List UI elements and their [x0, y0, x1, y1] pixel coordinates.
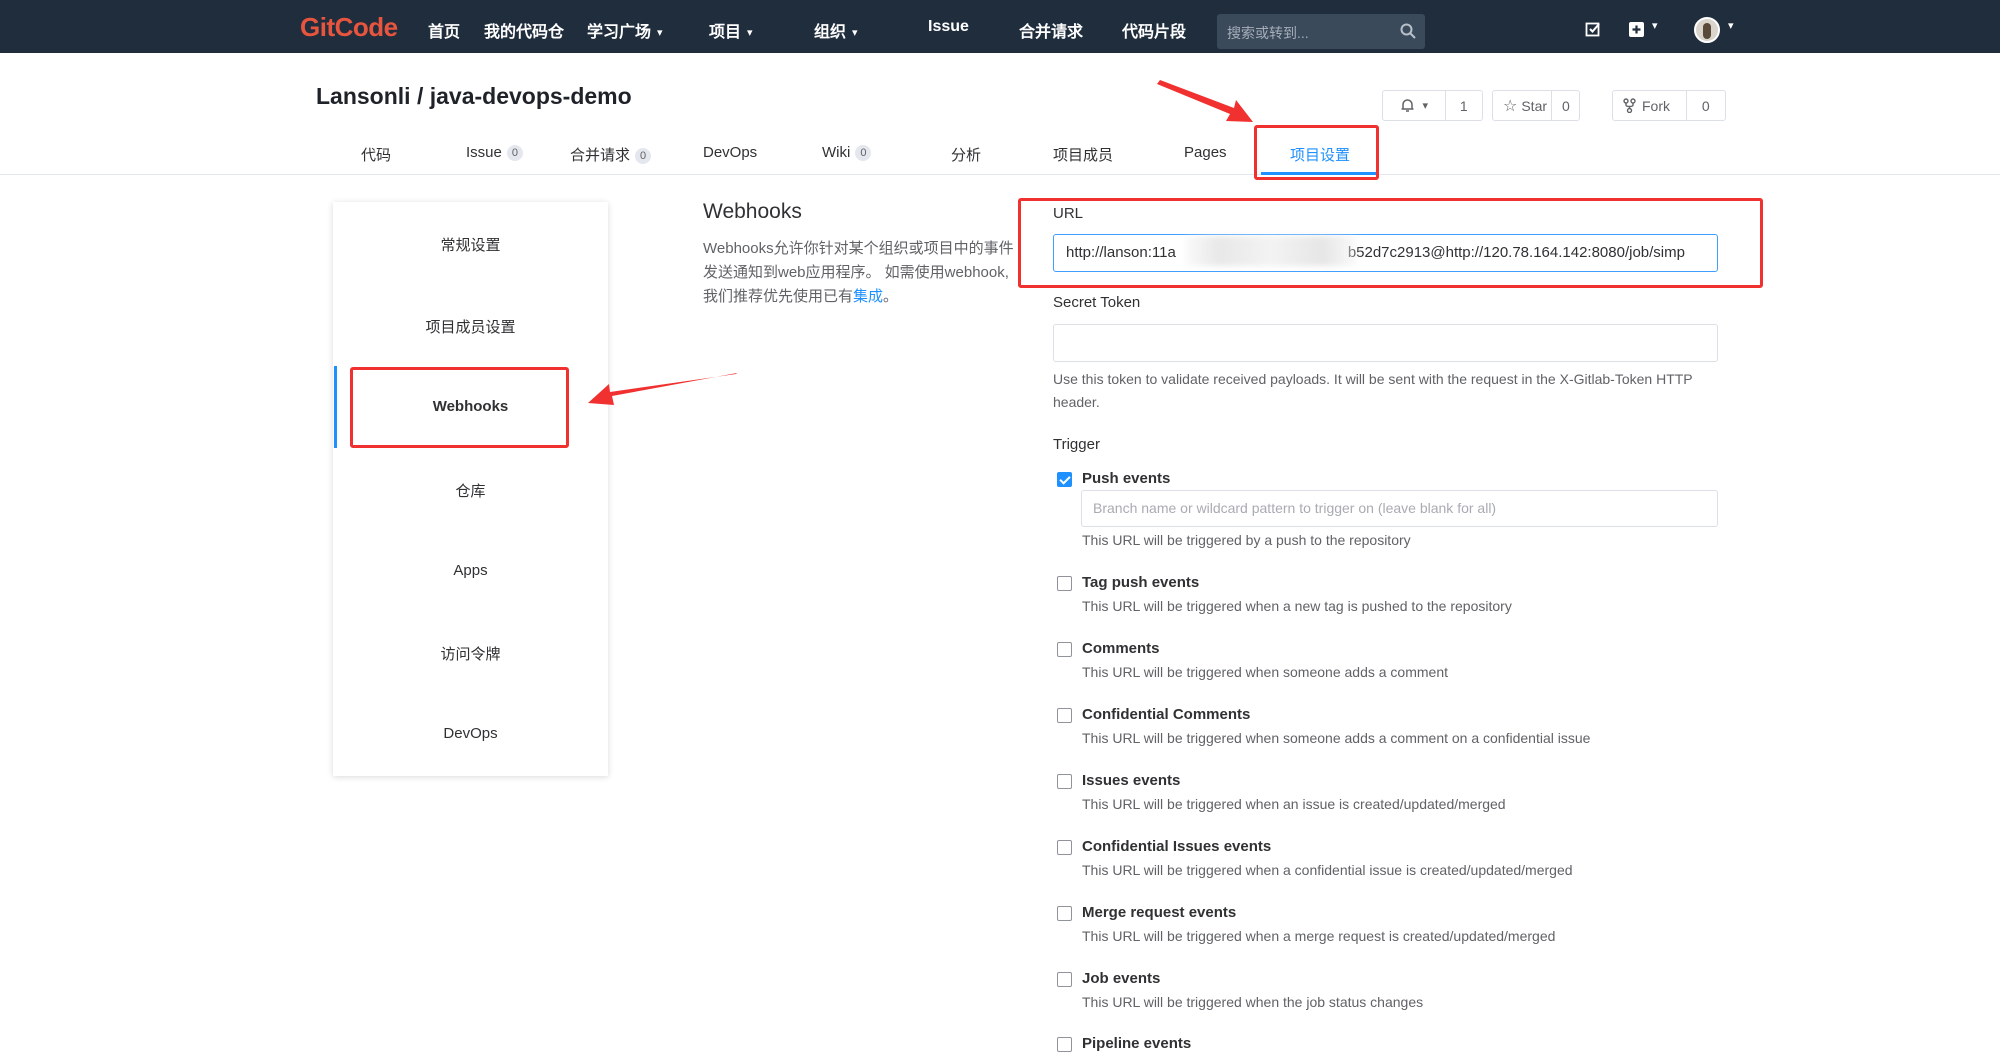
annotation-arrows [588, 80, 1253, 405]
arrow-to-settings-tab [1157, 80, 1253, 122]
arrow-to-webhooks [588, 373, 737, 405]
